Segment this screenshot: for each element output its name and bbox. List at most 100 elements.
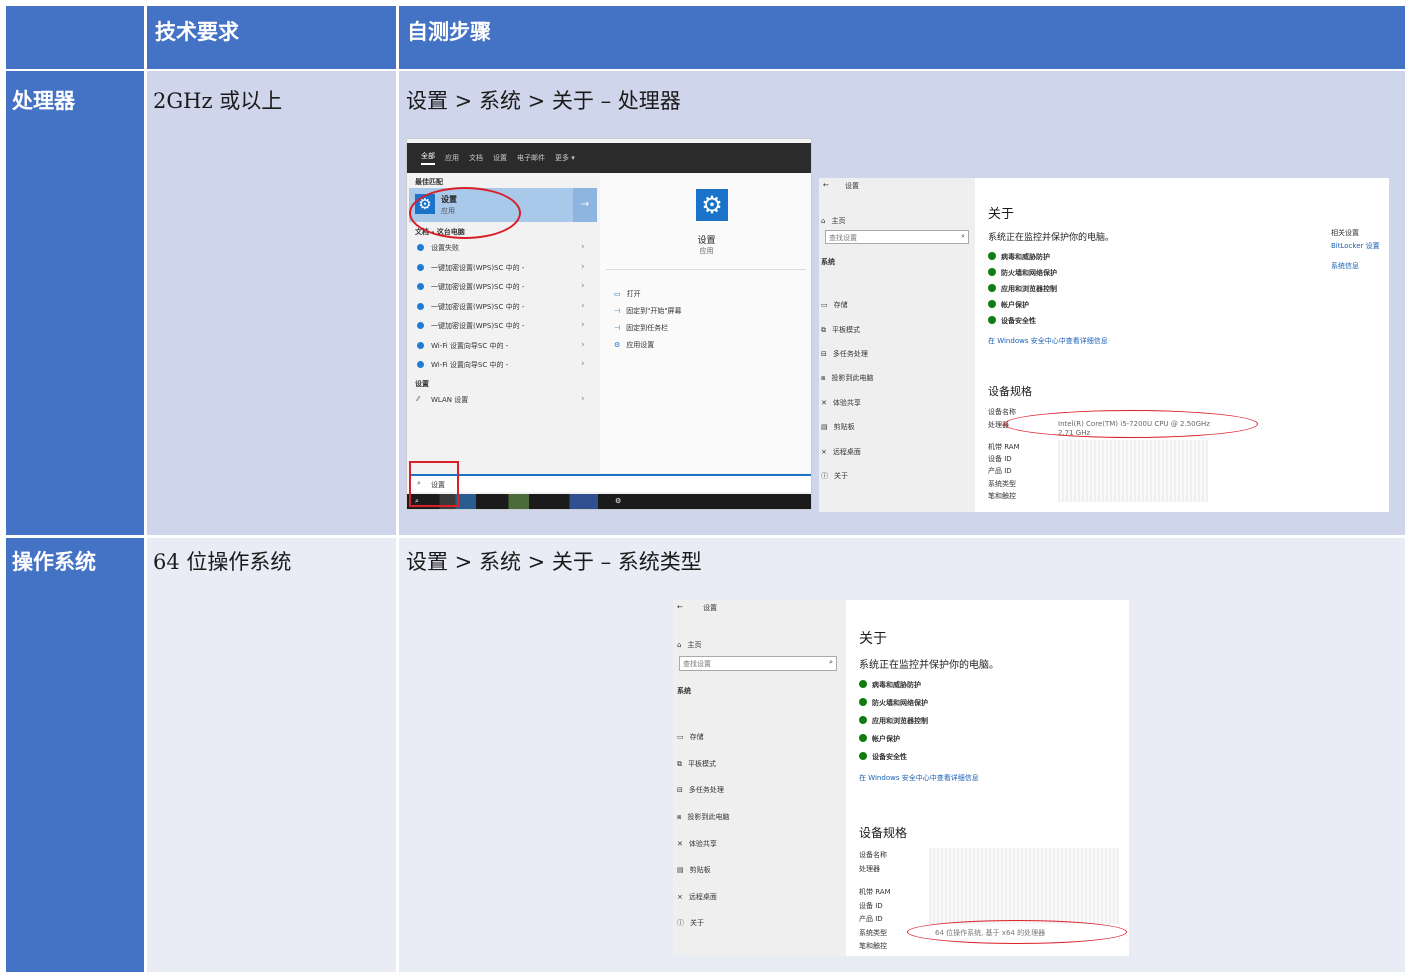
settings-nav: ← 设置 ⌂ 主页 查找设置 ⌕ 系统 ▭ 存储 ⧉ 平板模式 ⊟ 多任务处理 ⧈ 投影到… — [819, 178, 975, 512]
back-arrow-icon[interactable]: ← — [677, 603, 683, 611]
nav-label: 关于 — [834, 472, 848, 480]
home-icon: ⌂ — [677, 641, 682, 649]
result-item[interactable]: 一键加密设置(WPS)SC 中的 - › — [409, 258, 597, 278]
row-label-processor: 处理器 — [6, 71, 144, 535]
nav-label: 平板模式 — [688, 760, 716, 768]
info-icon: ⓘ — [677, 919, 684, 927]
nav-home[interactable]: ⌂ 主页 — [821, 208, 845, 227]
search-box[interactable]: ⌕ 设置 — [409, 474, 811, 492]
back-arrow-icon[interactable]: ← — [823, 181, 829, 189]
result-item[interactable]: 一键加密设置(WPS)SC 中的 - › — [409, 297, 597, 317]
check-icon — [988, 300, 996, 308]
nav-item[interactable]: ⨯ 远程桌面 — [677, 884, 717, 903]
requirement-processor: 2GHz 或以上 — [147, 71, 396, 535]
protect-text: 系统正在监控并保护你的电脑。 — [988, 233, 1115, 243]
result-label: 一键加密设置(WPS)SC 中的 - — [431, 302, 525, 311]
check-icon — [988, 252, 996, 260]
tab-all[interactable]: 全部 — [421, 151, 435, 165]
spec-label: 笔和触控 — [988, 492, 1016, 500]
nav-item[interactable]: ⓘ 关于 — [677, 910, 704, 929]
nav-item[interactable]: ⧉ 平板模式 — [821, 317, 860, 336]
spec-label: 系统类型 — [859, 929, 887, 937]
pin-icon: ⊣ — [614, 307, 621, 315]
nav-item[interactable]: ⓘ 关于 — [821, 463, 848, 482]
security-link[interactable]: 在 Windows 安全中心中查看详细信息 — [859, 773, 979, 783]
bitlocker-link[interactable]: BitLocker 设置 — [1331, 241, 1380, 251]
result-list: 设置失败 › 一键加密设置(WPS)SC 中的 - › 一键加密设置(WPS)SC … — [409, 238, 597, 375]
search-input[interactable]: 查找设置 ⌕ — [679, 656, 837, 671]
nav-label: 远程桌面 — [688, 893, 717, 901]
nav-item[interactable]: ✕ 体验共享 — [677, 831, 717, 850]
share-icon: ✕ — [677, 840, 683, 848]
nav-label: 关于 — [690, 919, 704, 927]
wlan-item[interactable]: ⁄⁄ WLAN 设置 › — [409, 391, 597, 409]
best-match-arrow[interactable]: → — [573, 188, 597, 222]
result-item[interactable]: 设置失败 › — [409, 238, 597, 258]
check-item: 应用和浏览器控制 — [859, 716, 928, 726]
info-icon: ⓘ — [821, 472, 828, 480]
tab-email[interactable]: 电子邮件 — [517, 153, 545, 163]
tab-settings[interactable]: 设置 — [493, 153, 507, 163]
about-screenshot-1: ← 设置 ⌂ 主页 查找设置 ⌕ 系统 ▭ 存储 ⧉ 平板模式 ⊟ 多任务处理 ⧈ 投影到… — [819, 178, 1389, 512]
result-item[interactable]: 一键加密设置(WPS)SC 中的 - › — [409, 277, 597, 297]
tab-apps[interactable]: 应用 — [445, 153, 459, 163]
check-icon — [859, 698, 867, 706]
redacted-block — [1058, 440, 1208, 502]
search-input[interactable]: 查找设置 ⌕ — [825, 230, 969, 244]
nav-label: 多任务处理 — [688, 786, 724, 794]
nav-label: 平板模式 — [832, 326, 860, 334]
edge-icon — [417, 263, 424, 271]
nav-label: 体验共享 — [688, 840, 717, 848]
result-item[interactable]: 一键加密设置(WPS)SC 中的 - › — [409, 316, 597, 336]
nav-item[interactable]: ⧉ 平板模式 — [677, 751, 716, 770]
result-item[interactable]: Wi-Fi 设置向导SC 中的 - › — [409, 336, 597, 356]
wifi-icon: ⁄⁄ — [417, 395, 420, 403]
check-icon — [988, 284, 996, 292]
nav-item[interactable]: ⊟ 多任务处理 — [821, 341, 868, 360]
result-label: Wi-Fi 设置向导SC 中的 - — [431, 341, 509, 350]
action-app-settings[interactable]: ⚙ 应用设置 — [614, 332, 654, 351]
clipboard-icon: ▤ — [677, 866, 684, 874]
nav-item[interactable]: ▤ 剪贴板 — [677, 857, 711, 876]
pin-icon: ⊣ — [614, 324, 621, 332]
tab-docs[interactable]: 文档 — [469, 153, 483, 163]
project-icon: ⧈ — [821, 374, 826, 382]
nav-label: 剪贴板 — [833, 423, 855, 431]
nav-section-system: 系统 — [821, 258, 835, 266]
security-link[interactable]: 在 Windows 安全中心中查看详细信息 — [988, 336, 1108, 346]
nav-item[interactable]: ▤ 剪贴板 — [821, 414, 855, 433]
nav-home[interactable]: ⌂ 主页 — [677, 632, 701, 651]
nav-item[interactable]: ⊟ 多任务处理 — [677, 777, 724, 796]
sysinfo-link[interactable]: 系统信息 — [1331, 261, 1359, 271]
spec-label: 处理器 — [859, 865, 880, 873]
nav-item[interactable]: ▭ 存储 — [677, 724, 704, 743]
nav-item[interactable]: ⧈ 投影到此电脑 — [677, 804, 729, 823]
check-item: 应用和浏览器控制 — [988, 284, 1057, 294]
nav-label: 投影到此电脑 — [831, 374, 874, 382]
gear-icon[interactable]: ⚙ — [615, 497, 621, 505]
check-icon — [859, 680, 867, 688]
gear-icon: ⚙ — [696, 189, 728, 221]
search-icon: ⌕ — [829, 658, 833, 666]
chevron-right-icon: › — [581, 242, 585, 252]
spec-label: 设备名称 — [988, 408, 1016, 416]
check-icon — [988, 268, 996, 276]
tab-more[interactable]: 更多 ▾ — [555, 153, 575, 163]
nav-item[interactable]: ⨯ 远程桌面 — [821, 439, 861, 458]
multitask-icon: ⊟ — [677, 786, 683, 794]
chevron-right-icon: › — [581, 359, 585, 369]
chevron-right-icon: › — [581, 261, 585, 272]
chevron-right-icon: › — [581, 300, 585, 311]
result-label: 一键加密设置(WPS)SC 中的 - — [431, 283, 525, 291]
nav-item[interactable]: ✕ 体验共享 — [821, 390, 861, 409]
spec-title: 设备规格 — [859, 826, 908, 840]
search-placeholder: 查找设置 — [829, 234, 857, 242]
result-item[interactable]: Wi-Fi 设置向导SC 中的 - › — [409, 355, 597, 375]
nav-item[interactable]: ▭ 存储 — [821, 292, 848, 311]
search-tabs-bar: 全部 应用 文档 设置 电子邮件 更多 ▾ — [407, 143, 811, 173]
open-icon: ▭ — [614, 290, 621, 298]
check-item: 病毒和威胁防护 — [988, 252, 1050, 262]
nav-label: 主页 — [687, 641, 702, 649]
check-item: 设备安全性 — [859, 752, 907, 762]
nav-item[interactable]: ⧈ 投影到此电脑 — [821, 365, 873, 384]
